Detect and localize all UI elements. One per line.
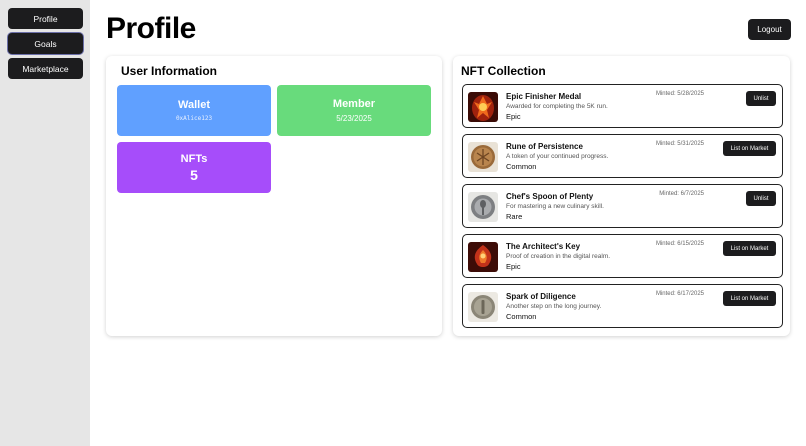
nft-minted-date: Minted: 5/31/2025 [655,141,704,147]
nft-item: The Architect's Key Proof of creation in… [462,234,783,278]
nft-minted-date: Minted: 6/7/2025 [659,191,704,197]
sidebar: Profile Goals Marketplace [0,0,90,446]
nfts-label: NFTs [180,152,208,165]
nft-item: Epic Finisher Medal Awarded for completi… [462,84,783,128]
nft-name: Epic Finisher Medal [506,92,582,101]
wallet-card: Wallet 0xAlice123 [117,85,271,136]
nft-name: Spark of Diligence [506,292,576,301]
nft-item: Spark of Diligence Another step on the l… [462,284,783,328]
bronze-rune-coin-icon [468,142,498,172]
user-information-panel: User Information Wallet 0xAlice123 Membe… [106,56,442,336]
nft-rarity: Rare [506,212,523,221]
nft-rarity: Epic [506,112,521,121]
member-label: Member [332,98,376,110]
nfts-card: NFTs 5 [117,142,271,193]
silver-spoon-medal-icon [468,192,498,222]
unlist-button[interactable]: Unlist [746,91,776,106]
nfts-count: 5 [190,166,198,183]
user-information-title: User Information [121,64,218,78]
page-title: Profile [106,12,196,45]
wallet-label: Wallet [178,99,210,111]
nft-item: Chef's Spoon of Plenty For mastering a n… [462,184,783,228]
list-on-market-button[interactable]: List on Market [723,291,776,306]
flaming-key-icon [468,242,498,272]
nft-minted-date: Minted: 6/17/2025 [655,291,704,297]
list-on-market-button[interactable]: List on Market [723,241,776,256]
nft-rarity: Epic [506,262,521,271]
nft-description: Another step on the long journey. [506,303,602,310]
sidebar-item-profile[interactable]: Profile [8,8,83,29]
list-on-market-button[interactable]: List on Market [723,141,776,156]
member-card: Member 5/23/2025 [277,85,431,136]
nft-description: A token of your continued progress. [506,153,609,160]
logout-button[interactable]: Logout [748,19,791,40]
nft-minted-date: Minted: 5/28/2025 [655,91,704,97]
nft-description: Proof of creation in the digital realm. [506,253,611,260]
nft-collection-panel: NFT Collection Epic Finisher Medal Award… [453,56,790,336]
member-date: 5/23/2025 [336,114,372,123]
wallet-address: 0xAlice123 [175,115,213,122]
unlist-button[interactable]: Unlist [746,191,776,206]
sidebar-item-goals[interactable]: Goals [8,33,83,54]
nft-rarity: Common [506,312,537,321]
stone-spark-token-icon [468,292,498,322]
nft-collection-title: NFT Collection [461,64,546,78]
nft-name: Rune of Persistence [506,142,583,151]
nft-item: Rune of Persistence A token of your cont… [462,134,783,178]
sidebar-item-marketplace[interactable]: Marketplace [8,58,83,79]
flaming-medal-icon [468,92,498,122]
nft-name: Chef's Spoon of Plenty [506,192,594,201]
nft-name: The Architect's Key [506,242,581,251]
nft-rarity: Common [506,162,537,171]
nft-minted-date: Minted: 6/15/2025 [655,241,704,247]
nft-description: Awarded for completing the 5K run. [506,103,608,110]
nft-description: For mastering a new culinary skill. [506,203,604,210]
